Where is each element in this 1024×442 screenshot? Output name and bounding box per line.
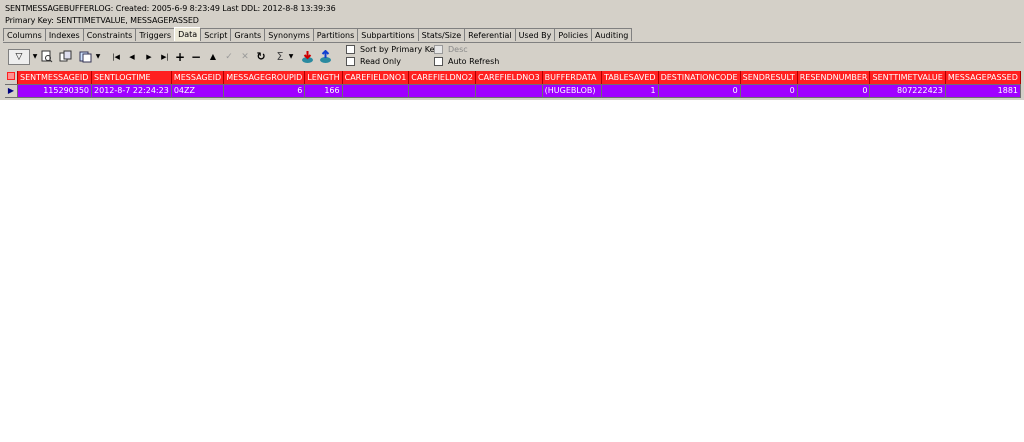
copy-icon[interactable]	[78, 50, 92, 64]
cell-sendresult[interactable]: 0	[740, 84, 798, 98]
column-header-sendresult[interactable]: SENDRESULT	[740, 71, 798, 85]
cell-sentmessageid[interactable]: 115290350	[17, 84, 93, 98]
tab-columns[interactable]: Columns	[3, 28, 45, 41]
cell-destinationcode[interactable]: 0	[658, 84, 741, 98]
column-header-carefieldno3[interactable]: CAREFIELDNO3	[475, 71, 543, 85]
last-record-icon[interactable]: ▶|	[158, 50, 172, 64]
tab-indexes[interactable]: Indexes	[44, 28, 83, 41]
auto-refresh-label: Auto Refresh	[448, 57, 500, 66]
column-header-length[interactable]: LENGTH	[304, 71, 343, 85]
object-info-line: SENTMESSAGEBUFFERLOG: Created: 2005-6-9 …	[5, 4, 336, 13]
cancel-edit-icon[interactable]: ✕	[239, 50, 251, 64]
read-only-label: Read Only	[360, 57, 401, 66]
column-header-carefieldno2[interactable]: CAREFIELDNO2	[408, 71, 476, 85]
column-header-destinationcode[interactable]: DESTINATIONCODE	[658, 71, 741, 85]
tab-synonyms[interactable]: Synonyms	[264, 28, 313, 41]
grid-header-row: SENTMESSAGEID SENTLOGTIME MESSAGEID MESS…	[5, 71, 1022, 85]
tab-data[interactable]: Data	[174, 27, 201, 41]
cell-sentlogtime[interactable]: 2012-8-7 22:24:23	[91, 84, 172, 98]
cell-length[interactable]: 166	[304, 84, 343, 98]
tab-auditing[interactable]: Auditing	[591, 28, 633, 41]
column-header-sentlogtime[interactable]: SENTLOGTIME	[91, 71, 172, 85]
primary-key-line: Primary Key: SENTTIMETVALUE, MESSAGEPASS…	[5, 16, 199, 25]
first-record-icon[interactable]: |◀	[110, 50, 122, 64]
data-table: SENTMESSAGEID SENTLOGTIME MESSAGEID MESS…	[5, 71, 1022, 98]
sort-by-primary-key-checkbox[interactable]: Sort by Primary Key	[346, 45, 439, 54]
table-row[interactable]: ▶ 115290350 2012-8-7 22:24:23 04ZZ 6 166…	[5, 84, 1022, 98]
column-header-sentmessageid[interactable]: SENTMESSAGEID	[17, 71, 93, 85]
read-only-checkbox[interactable]: Read Only	[346, 57, 401, 66]
refresh-icon[interactable]: ↻	[255, 50, 267, 64]
copy-dropdown-icon[interactable]: ▼	[95, 50, 101, 64]
post-edit-icon[interactable]: ✓	[223, 50, 235, 64]
tab-used-by[interactable]: Used By	[514, 28, 555, 41]
column-header-carefieldno1[interactable]: CAREFIELDNO1	[342, 71, 410, 85]
cell-carefieldno3[interactable]	[475, 84, 543, 98]
import-icon[interactable]	[300, 50, 314, 64]
desc-box	[434, 45, 443, 54]
object-header-panel: SENTMESSAGEBUFFERLOG: Created: 2005-6-9 …	[0, 0, 1024, 100]
next-record-icon[interactable]: ▶	[143, 50, 155, 64]
column-header-messageid[interactable]: MESSAGEID	[171, 71, 225, 85]
delete-record-icon[interactable]: −	[190, 50, 202, 64]
column-header-resendnumber[interactable]: RESENDNUMBER	[797, 71, 871, 85]
tab-stats-size[interactable]: Stats/Size	[417, 28, 465, 41]
cell-tablesaved[interactable]: 1	[601, 84, 659, 98]
read-only-box[interactable]	[346, 57, 355, 66]
cell-resendnumber[interactable]: 0	[797, 84, 871, 98]
filter-icon[interactable]: ▽	[8, 49, 30, 65]
sort-by-primary-key-box[interactable]	[346, 45, 355, 54]
desc-checkbox: Desc	[434, 45, 468, 54]
row-indicator-icon: ▶	[5, 84, 18, 98]
sum-dropdown-icon[interactable]: ▼	[288, 50, 294, 64]
cell-messagegroupid[interactable]: 6	[223, 84, 306, 98]
column-header-messagegroupid[interactable]: MESSAGEGROUPID	[223, 71, 306, 85]
tab-partitions[interactable]: Partitions	[312, 28, 358, 41]
tab-constraints[interactable]: Constraints	[82, 28, 136, 41]
data-grid: SENTMESSAGEID SENTLOGTIME MESSAGEID MESS…	[5, 71, 1022, 100]
edit-record-icon[interactable]: ▲	[207, 50, 219, 64]
column-header-bufferdata[interactable]: BUFFERDATA	[542, 71, 602, 85]
cell-bufferdata[interactable]: (HUGEBLOB)	[542, 84, 602, 98]
tab-bar: Columns Indexes Constraints Triggers Dat…	[3, 27, 1021, 43]
auto-refresh-checkbox[interactable]: Auto Refresh	[434, 57, 499, 66]
tab-policies[interactable]: Policies	[554, 28, 591, 41]
prior-record-icon[interactable]: ◀	[126, 50, 138, 64]
column-header-senttimetvalue[interactable]: SENTTIMETVALUE	[869, 71, 946, 85]
desc-label: Desc	[448, 45, 468, 54]
grid-menu-icon[interactable]	[5, 71, 18, 85]
column-header-messagepassed[interactable]: MESSAGEPASSED	[945, 71, 1022, 85]
tab-script[interactable]: Script	[200, 28, 231, 41]
cell-messageid[interactable]: 04ZZ	[171, 84, 225, 98]
export-icon[interactable]	[58, 50, 72, 64]
cell-carefieldno2[interactable]	[408, 84, 476, 98]
cell-messagepassed[interactable]: 1881	[945, 84, 1022, 98]
load-icon[interactable]	[318, 49, 332, 64]
tab-referential[interactable]: Referential	[464, 28, 515, 41]
print-preview-icon[interactable]	[40, 50, 54, 64]
cell-senttimetvalue[interactable]: 807222423	[869, 84, 946, 98]
tab-subpartitions[interactable]: Subpartitions	[357, 28, 418, 41]
insert-record-icon[interactable]: +	[174, 50, 186, 64]
filter-dropdown-icon[interactable]: ▼	[32, 50, 38, 64]
cell-carefieldno1[interactable]	[342, 84, 410, 98]
sort-by-primary-key-label: Sort by Primary Key	[360, 45, 440, 54]
sum-icon[interactable]: Σ	[274, 50, 286, 64]
tab-grants[interactable]: Grants	[230, 28, 265, 41]
tab-triggers[interactable]: Triggers	[135, 28, 175, 41]
column-header-tablesaved[interactable]: TABLESAVED	[601, 71, 659, 85]
data-toolbar: ▽ ▼ ▼ |◀ ◀ ▶ ▶| + − ▲ ✓ ✕ ↻ Σ ▼ Sort by …	[6, 44, 1018, 70]
auto-refresh-box[interactable]	[434, 57, 443, 66]
